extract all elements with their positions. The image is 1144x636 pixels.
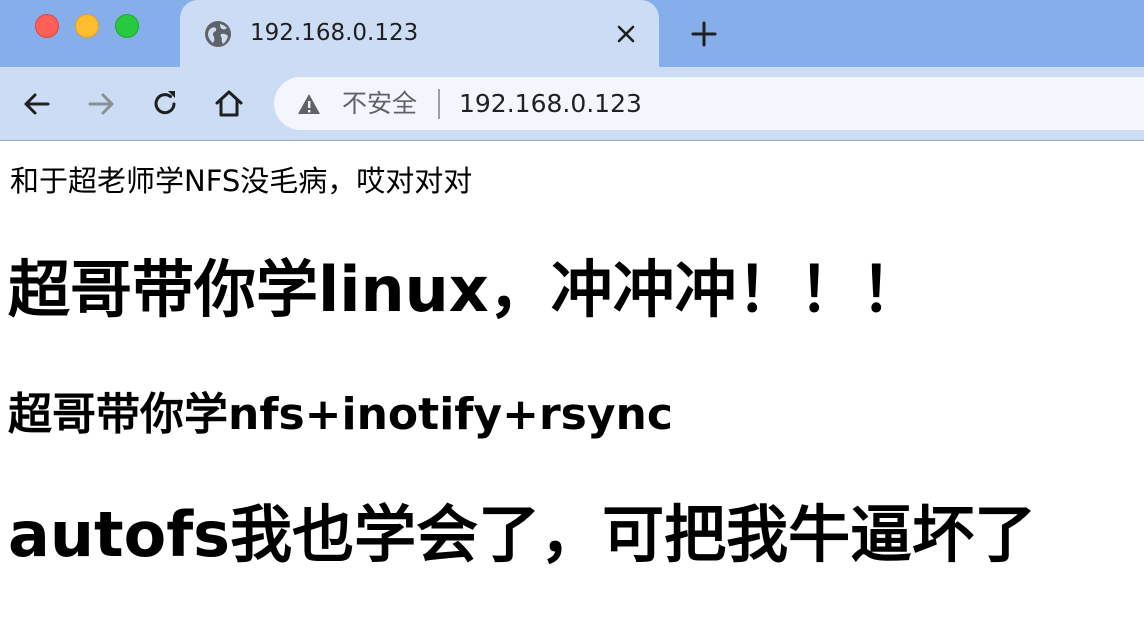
page-content: 和于超老师学NFS没毛病，哎对对对 超哥带你学linux，冲冲冲！！！ 超哥带你… <box>0 141 1144 636</box>
heading-autofs: autofs我也学会了，可把我牛逼坏了 <box>8 498 1037 571</box>
close-window-button[interactable] <box>35 14 59 38</box>
warning-icon[interactable] <box>296 91 322 117</box>
intro-paragraph: 和于超老师学NFS没毛病，哎对对对 <box>10 164 473 198</box>
home-icon[interactable] <box>212 87 246 121</box>
plus-icon[interactable] <box>688 18 720 50</box>
omnibox-divider <box>438 89 440 119</box>
close-icon[interactable] <box>612 20 640 48</box>
heading-nfs: 超哥带你学nfs+inotify+rsync <box>8 389 673 440</box>
security-label[interactable]: 不安全 <box>342 88 417 120</box>
toolbar: 不安全 192.168.0.123 <box>0 67 1144 141</box>
tab-title: 192.168.0.123 <box>250 20 419 46</box>
forward-arrow-icon[interactable] <box>84 87 118 121</box>
address-bar[interactable]: 不安全 192.168.0.123 <box>274 77 1144 130</box>
reload-icon[interactable] <box>148 87 182 121</box>
heading-linux: 超哥带你学linux，冲冲冲！！！ <box>8 253 923 326</box>
zoom-window-button[interactable] <box>115 14 139 38</box>
back-arrow-icon[interactable] <box>20 87 54 121</box>
minimize-window-button[interactable] <box>75 14 99 38</box>
tab-strip: 192.168.0.123 <box>0 0 1144 67</box>
browser-window: 192.168.0.123 不安全 192.168.0.123 和于超老师学NF… <box>0 0 1144 636</box>
tab-active[interactable]: 192.168.0.123 <box>180 0 659 67</box>
url-text[interactable]: 192.168.0.123 <box>459 88 642 120</box>
globe-icon <box>205 21 231 47</box>
